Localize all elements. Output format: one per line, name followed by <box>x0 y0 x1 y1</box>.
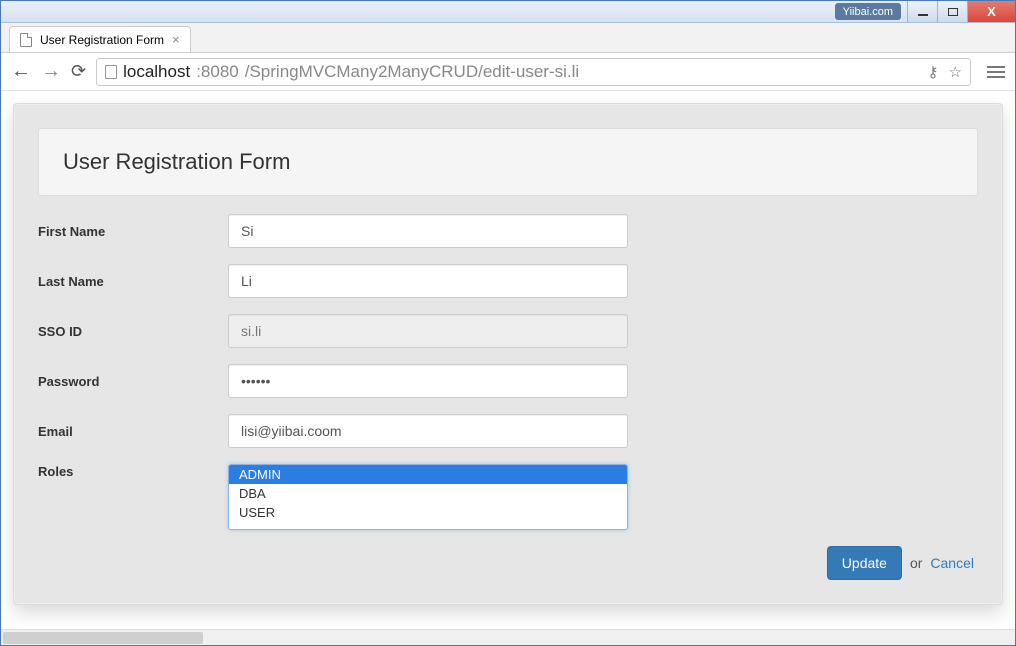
scrollbar-thumb[interactable] <box>3 632 203 644</box>
form-panel: User Registration Form First Name Last N… <box>13 103 1003 605</box>
label-first-name: First Name <box>38 224 228 239</box>
password-key-icon[interactable]: ⚷ <box>928 63 939 81</box>
bookmark-star-icon[interactable]: ☆ <box>949 63 962 81</box>
window-maximize-button[interactable] <box>937 1 967 22</box>
role-option[interactable]: ADMIN <box>229 465 627 484</box>
label-roles: Roles <box>38 464 228 479</box>
window-titlebar: Yiibai.com X <box>1 1 1015 23</box>
site-icon <box>105 65 117 79</box>
role-option[interactable]: DBA <box>229 484 627 503</box>
window-minimize-button[interactable] <box>907 1 937 22</box>
row-first-name: First Name <box>38 214 978 248</box>
input-sso-id[interactable] <box>228 314 628 348</box>
form-actions: Update or Cancel <box>38 546 978 580</box>
input-email[interactable] <box>228 414 628 448</box>
input-last-name[interactable] <box>228 264 628 298</box>
row-sso-id: SSO ID <box>38 314 978 348</box>
role-option[interactable]: USER <box>229 503 627 522</box>
browser-window: Yiibai.com X User Registration Form × ← … <box>0 0 1016 646</box>
page-viewport: User Registration Form First Name Last N… <box>1 91 1015 629</box>
row-password: Password <box>38 364 978 398</box>
forward-button[interactable]: → <box>41 60 61 83</box>
input-first-name[interactable] <box>228 214 628 248</box>
row-email: Email <box>38 414 978 448</box>
url-port: :8080 <box>196 62 239 82</box>
row-roles: Roles ADMINDBAUSER <box>38 464 978 530</box>
select-roles[interactable]: ADMINDBAUSER <box>228 464 628 530</box>
row-last-name: Last Name <box>38 264 978 298</box>
input-password[interactable] <box>228 364 628 398</box>
horizontal-scrollbar[interactable] <box>1 629 1015 645</box>
tab-title: User Registration Form <box>40 33 164 47</box>
page-icon <box>20 33 32 47</box>
back-button[interactable]: ← <box>11 60 31 83</box>
label-email: Email <box>38 424 228 439</box>
submit-button[interactable]: Update <box>827 546 902 580</box>
address-bar[interactable]: localhost :8080/SpringMVCMany2ManyCRUD/ed… <box>96 58 971 86</box>
url-host: localhost <box>123 62 190 82</box>
label-last-name: Last Name <box>38 274 228 289</box>
reload-button[interactable]: ⟳ <box>71 61 86 82</box>
tab-strip: User Registration Form × <box>1 23 1015 53</box>
label-sso-id: SSO ID <box>38 324 228 339</box>
browser-tab[interactable]: User Registration Form × <box>9 26 191 52</box>
panel-header: User Registration Form <box>38 128 978 196</box>
toolbar: ← → ⟳ localhost :8080/SpringMVCMany2ManyC… <box>1 53 1015 91</box>
window-close-button[interactable]: X <box>967 1 1015 22</box>
window-badge: Yiibai.com <box>835 3 901 20</box>
tab-close-icon[interactable]: × <box>172 32 180 47</box>
page-title: User Registration Form <box>63 149 953 175</box>
menu-button[interactable] <box>987 66 1005 78</box>
label-password: Password <box>38 374 228 389</box>
url-path: /SpringMVCMany2ManyCRUD/edit-user-si.li <box>245 62 579 82</box>
or-text: or <box>910 555 922 571</box>
cancel-link[interactable]: Cancel <box>930 555 974 571</box>
